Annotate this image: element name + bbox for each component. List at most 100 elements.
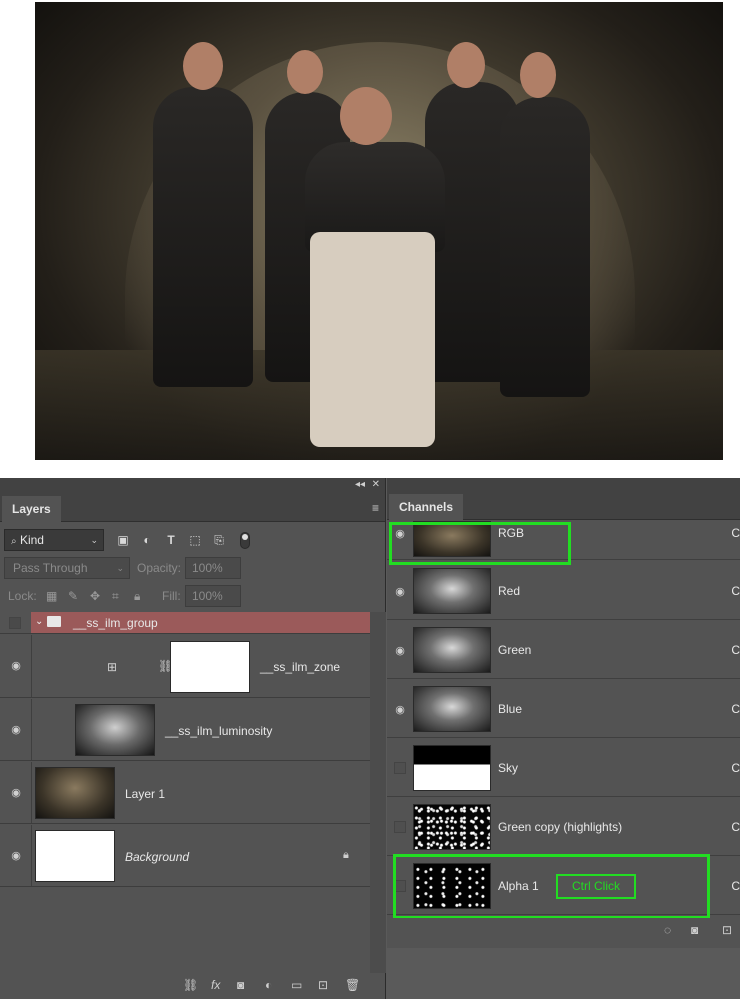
load-selection-icon[interactable]: ◌ xyxy=(664,923,671,937)
type-filter-icon[interactable]: T xyxy=(164,533,178,547)
search-icon: ⌕ xyxy=(11,536,17,547)
adjustment-filter-icon[interactable]: ◐ xyxy=(140,533,154,547)
lock-image-pixels-icon[interactable]: ✎ xyxy=(68,589,78,603)
pixel-filter-icon[interactable]: ▣ xyxy=(116,533,130,547)
eye-icon[interactable]: ◉ xyxy=(393,585,407,598)
close-panel-button[interactable]: ✕ xyxy=(372,478,380,492)
layer-name: __ss_ilm_luminosity xyxy=(165,724,273,738)
link-layers-icon[interactable]: ⛓ xyxy=(183,978,198,992)
layer-divider xyxy=(31,825,32,886)
eye-icon[interactable]: ◉ xyxy=(8,787,24,799)
channel-row[interactable]: Sky C xyxy=(387,738,740,797)
eye-icon[interactable]: ◉ xyxy=(8,850,24,862)
lock-position-icon[interactable]: ✥ xyxy=(90,589,100,603)
filter-toggle-switch[interactable] xyxy=(240,532,250,549)
eye-icon[interactable]: ◉ xyxy=(393,703,407,716)
channels-tab-row: Channels xyxy=(387,492,740,520)
channels-footer-toolbar: ◌ ◙ ⊡ xyxy=(387,918,740,948)
eye-icon[interactable]: ◉ xyxy=(8,660,24,672)
new-layer-icon[interactable]: ⊡ xyxy=(318,978,328,992)
channel-shortcut: C xyxy=(731,702,740,716)
fx-icon[interactable]: fx xyxy=(211,978,220,992)
panel-menu-icon[interactable]: ≡ xyxy=(372,501,379,515)
layer-thumbnail[interactable] xyxy=(75,704,155,756)
channel-thumbnail[interactable] xyxy=(413,568,491,614)
photo-figure-3-head xyxy=(340,87,392,145)
filter-row: ⌕ Kind ⌄ ▣ ◐ T ⬚ ⎘ xyxy=(0,526,386,554)
lock-artboard-icon[interactable]: ⌗ xyxy=(112,589,119,604)
eye-icon[interactable]: ◉ xyxy=(393,644,407,657)
add-mask-icon[interactable]: ◙ xyxy=(237,978,244,992)
layer-mask-thumbnail[interactable] xyxy=(170,641,250,693)
new-channel-icon[interactable]: ⊡ xyxy=(722,923,732,937)
adjustment-layer-icon[interactable]: ◐ xyxy=(265,978,272,992)
channel-thumbnail[interactable] xyxy=(413,627,491,673)
layers-scrollbar[interactable] xyxy=(370,612,386,973)
blend-mode-select[interactable]: Pass Through ⌄ xyxy=(4,557,130,579)
document-photo xyxy=(35,2,723,460)
channel-thumbnail[interactable] xyxy=(413,686,491,732)
channel-row[interactable]: ◉ Blue C xyxy=(387,679,740,738)
layer-thumbnail[interactable] xyxy=(35,767,115,819)
ctrl-click-annotation: Ctrl Click xyxy=(556,874,636,899)
trash-icon[interactable]: 🗑︎ xyxy=(345,978,360,992)
layer-row[interactable]: ◉ __ss_ilm_luminosity xyxy=(0,699,370,761)
layer-divider xyxy=(31,635,32,697)
channel-shortcut: C xyxy=(731,820,740,834)
visibility-toggle[interactable] xyxy=(394,762,406,774)
layer-name: __ss_ilm_group xyxy=(73,616,158,630)
channel-shortcut: C xyxy=(731,879,740,893)
lock-label: Lock: xyxy=(8,589,37,603)
channel-thumbnail[interactable] xyxy=(413,745,491,791)
lock-transparent-pixels-icon[interactable]: ▦ xyxy=(46,589,57,603)
tab-channels[interactable]: Channels xyxy=(389,494,464,520)
fill-value: 100% xyxy=(192,589,223,603)
opacity-field[interactable]: 100% xyxy=(185,557,241,579)
channel-name: Red xyxy=(498,584,521,598)
opacity-label: Opacity: xyxy=(137,561,182,575)
chevron-down-icon[interactable]: ⌄ xyxy=(35,616,43,627)
blend-row: Pass Through ⌄ Opacity: 100% xyxy=(0,554,386,582)
lock-all-icon[interactable]: 🔒︎ xyxy=(134,589,140,604)
chevron-down-icon: ⌄ xyxy=(90,535,98,545)
opacity-value: 100% xyxy=(192,561,223,575)
layer-thumbnail[interactable] xyxy=(35,830,115,882)
kind-filter-select[interactable]: ⌕ Kind ⌄ xyxy=(4,529,104,551)
channel-row[interactable]: Green copy (highlights) C xyxy=(387,797,740,856)
layers-footer-toolbar: ⛓ fx ◙ ◐ ▭ ⊡ 🗑︎ xyxy=(0,973,386,999)
save-selection-icon[interactable]: ◙ xyxy=(691,923,698,937)
visibility-toggle[interactable] xyxy=(9,617,21,629)
channel-shortcut: C xyxy=(731,761,740,775)
visibility-toggle[interactable] xyxy=(394,821,406,833)
blend-mode-label: Pass Through xyxy=(13,561,88,575)
layer-row[interactable]: ◉ Layer 1 xyxy=(0,762,370,824)
channel-shortcut: C xyxy=(731,584,740,598)
layer-name: Background xyxy=(125,850,190,864)
layer-divider xyxy=(31,699,32,760)
rgb-highlight-box xyxy=(389,522,571,565)
collapse-panels-button[interactable]: ◂◂ xyxy=(355,478,365,492)
eye-icon[interactable]: ◉ xyxy=(8,724,24,736)
layers-panel-topbar: ◂◂ ✕ xyxy=(0,478,385,492)
new-group-icon[interactable]: ▭ xyxy=(291,978,302,992)
alpha-highlight-box xyxy=(393,854,710,919)
channel-thumbnail[interactable] xyxy=(413,804,491,850)
smart-object-filter-icon[interactable]: ⎘ xyxy=(212,533,226,547)
shape-filter-icon[interactable]: ⬚ xyxy=(188,533,202,547)
tab-layers[interactable]: Layers xyxy=(2,496,61,522)
layers-tab-row: Layers ≡ xyxy=(0,492,385,522)
layer-name: __ss_ilm_zone xyxy=(260,660,341,674)
channel-name: Green xyxy=(498,643,532,657)
layer-row[interactable]: ◉ Background 🔒︎ xyxy=(0,825,370,887)
channel-name: Green copy (highlights) xyxy=(498,820,623,834)
curves-adjustment-icon: ⊞ xyxy=(107,660,118,674)
layer-group-row[interactable]: ⌄ __ss_ilm_group xyxy=(31,612,370,634)
layer-row[interactable]: ◉ ⊞ ⛓ __ss_ilm_zone xyxy=(0,635,370,698)
photo-figure-4-head xyxy=(447,42,485,88)
fill-label: Fill: xyxy=(162,589,181,603)
channel-shortcut: C xyxy=(731,526,740,540)
channel-row[interactable]: ◉ Green C xyxy=(387,620,740,679)
group-visibility-cell xyxy=(0,612,31,634)
channel-row[interactable]: ◉ Red C xyxy=(387,561,740,620)
fill-field[interactable]: 100% xyxy=(185,585,241,607)
